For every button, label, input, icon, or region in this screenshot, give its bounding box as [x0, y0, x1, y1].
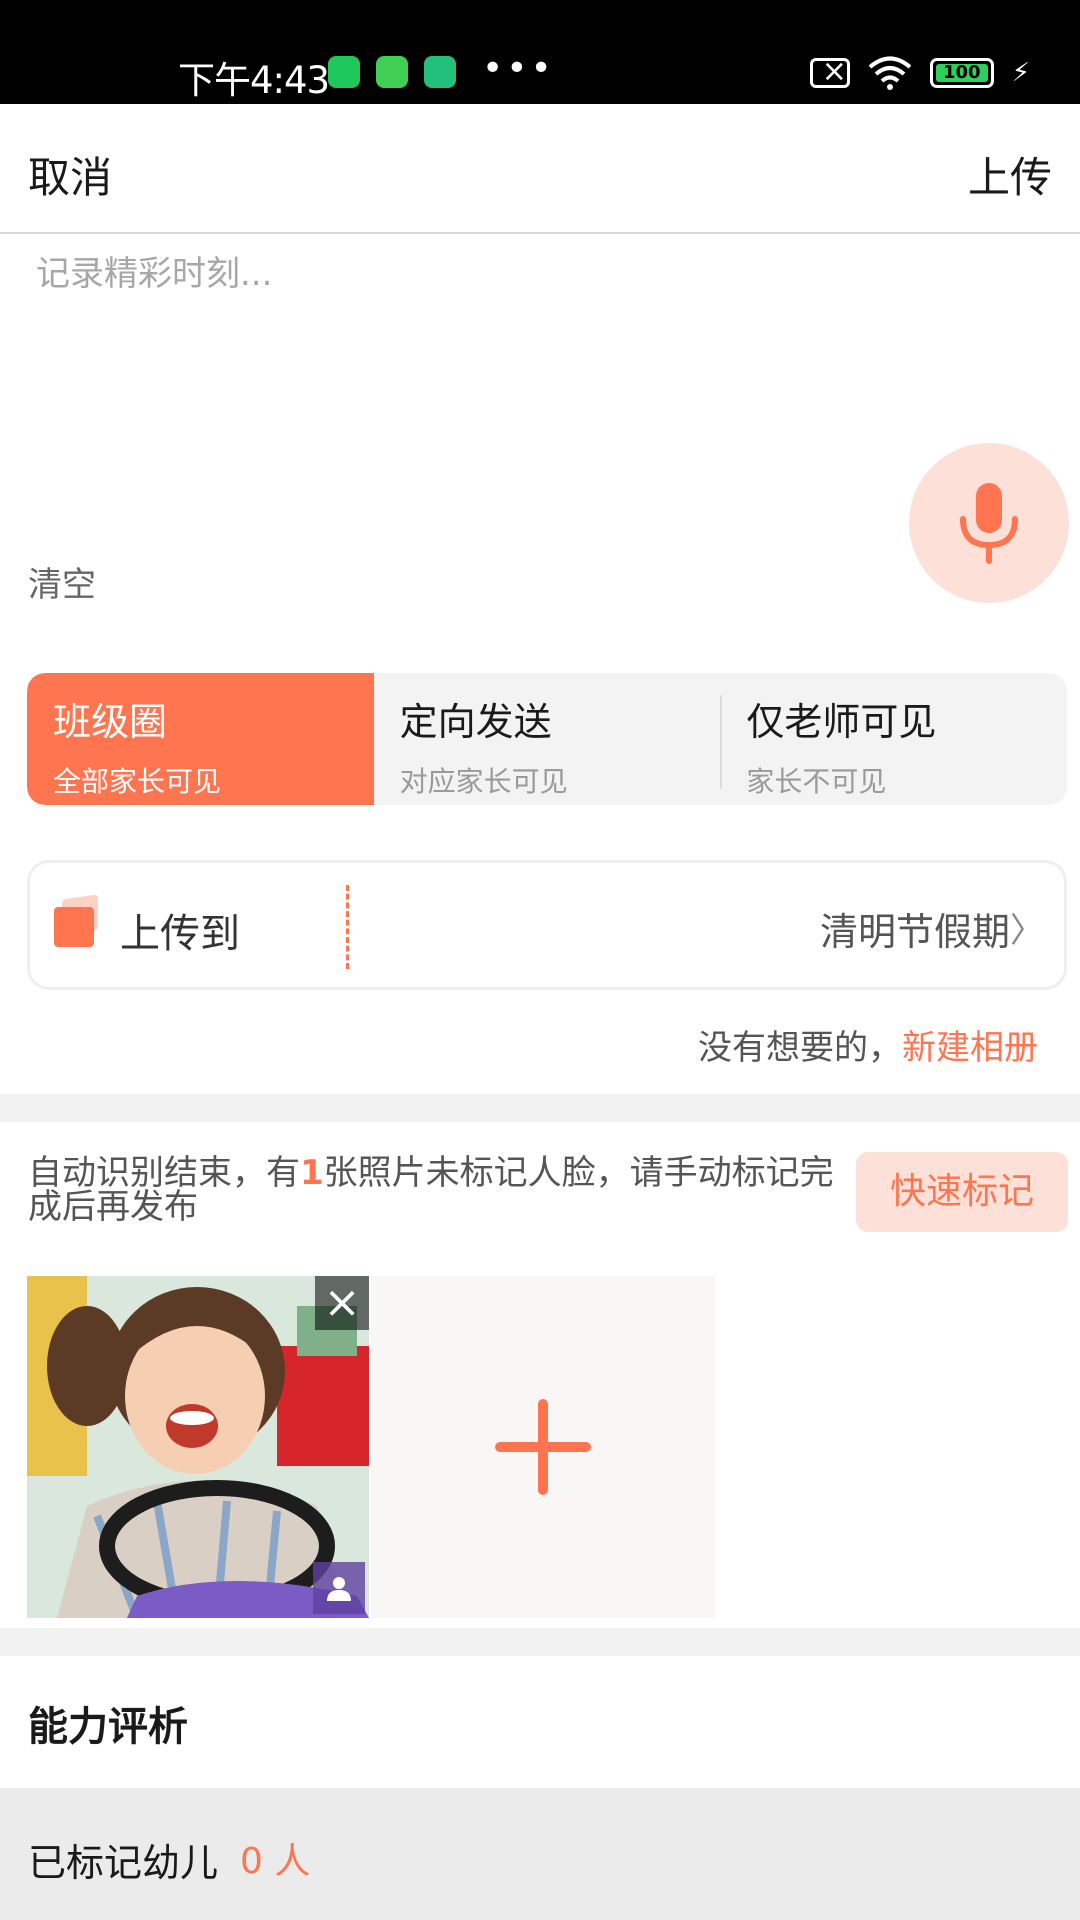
audience-option-title: 仅老师可见 [746, 700, 937, 744]
album-icon [54, 894, 98, 947]
add-photo-button[interactable] [371, 1276, 715, 1618]
divider [346, 885, 349, 969]
face-recognition-notice: 自动识别结束，有1张照片未标记人脸，请手动标记完成后再发布 [28, 1156, 838, 1224]
upload-to-album-row[interactable]: 上传到 清明节假期 〉 [27, 860, 1067, 990]
audience-option-title: 班级圈 [53, 700, 168, 744]
upload-button[interactable]: 上传 [968, 144, 1052, 205]
divider [720, 695, 723, 789]
clear-button[interactable]: 清空 [28, 557, 96, 606]
wifi-icon [868, 56, 912, 90]
selected-album: 清明节假期 [819, 910, 1010, 954]
section-divider [0, 1628, 1080, 1656]
more-notifications-icon: ••• [482, 48, 555, 89]
voice-input-button[interactable] [909, 443, 1069, 603]
audience-option-subtitle: 家长不可见 [746, 765, 887, 798]
battery-icon: 100 [929, 58, 994, 88]
no-sim-icon [809, 54, 850, 90]
remove-photo-button[interactable]: × [315, 1276, 369, 1330]
post-text-area[interactable]: 记录精彩时刻... [0, 236, 1080, 636]
marked-children-label: 已标记幼儿 [28, 1841, 219, 1885]
audience-option-subtitle: 对应家长可见 [399, 765, 568, 798]
battery-level: 100 [935, 64, 988, 82]
new-album-hint: 没有想要的，新建相册 [698, 1020, 1038, 1069]
audience-option-teachers-only[interactable]: 仅老师可见 家长不可见 [720, 673, 1067, 805]
nav-bar: 取消 上传 [0, 104, 1080, 234]
audience-selector: 班级圈 全部家长可见 定向发送 对应家长可见 仅老师可见 家长不可见 [27, 673, 1067, 805]
charging-icon: ⚡ [1011, 58, 1030, 88]
ability-analysis-title[interactable]: 能力评析 [28, 1694, 188, 1752]
chevron-right-icon: 〉 [1010, 911, 1044, 951]
app-notification-icon [376, 56, 408, 88]
audience-option-directed[interactable]: 定向发送 对应家长可见 [374, 673, 721, 805]
whatsapp-icon [328, 56, 360, 88]
audience-option-class-circle[interactable]: 班级圈 全部家长可见 [27, 673, 374, 805]
person-icon[interactable] [313, 1562, 365, 1614]
new-album-prefix: 没有想要的， [698, 1028, 902, 1068]
quick-mark-button[interactable]: 快速标记 [856, 1152, 1068, 1232]
audience-option-title: 定向发送 [399, 700, 552, 744]
microphone-icon [960, 483, 1018, 564]
photo-thumbnail[interactable]: × [27, 1276, 369, 1618]
post-text-placeholder: 记录精彩时刻... [36, 254, 273, 294]
marked-children-row[interactable]: 已标记幼儿 0 人 [0, 1788, 1080, 1920]
unmarked-photo-count: 1 [300, 1153, 324, 1193]
section-divider [0, 1094, 1080, 1122]
cancel-button[interactable]: 取消 [28, 144, 112, 205]
marked-children-count: 0 人 [240, 1841, 311, 1882]
status-time: 下午4:43 [178, 59, 330, 102]
new-album-link[interactable]: 新建相册 [902, 1028, 1038, 1068]
shield-icon [424, 56, 456, 88]
audience-option-subtitle: 全部家长可见 [53, 765, 222, 798]
plus-icon [495, 1399, 591, 1495]
upload-to-label: 上传到 [120, 911, 240, 957]
status-bar: 下午4:43 ••• 100 ⚡ [0, 0, 1080, 104]
